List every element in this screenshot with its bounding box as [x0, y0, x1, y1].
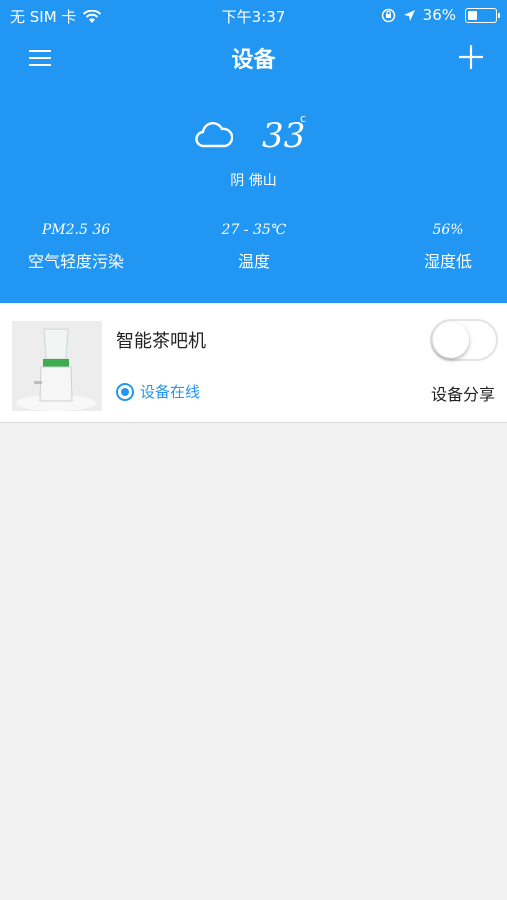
device-share-button[interactable]: 设备分享	[431, 381, 495, 405]
current-temperature: 33	[262, 116, 306, 156]
tea-machine-illustration	[12, 321, 102, 411]
status-bar: 无 SIM 卡 下午3:37 36%	[0, 0, 507, 30]
cloud-icon	[195, 122, 233, 148]
menu-button[interactable]	[22, 42, 58, 74]
battery-percent: 36%	[422, 6, 456, 24]
toggle-knob	[433, 322, 469, 358]
pm25-label: 空气轻度污染	[27, 252, 124, 271]
online-indicator-icon	[116, 382, 134, 401]
plus-icon	[459, 44, 483, 69]
orientation-lock-icon	[381, 8, 395, 22]
device-power-toggle[interactable]	[430, 319, 498, 361]
pm25-stat: PM2.5 36 空气轻度污染	[16, 222, 136, 272]
navigation-bar: 设备	[0, 36, 507, 80]
device-card[interactable]: 智能茶吧机 设备在线 设备分享	[0, 303, 507, 423]
status-bar-right: 36%	[381, 6, 500, 24]
device-online-text: 设备在线	[140, 383, 201, 401]
device-image	[12, 321, 102, 411]
environment-stats: PM2.5 36 空气轻度污染 27 - 35℃ 温度 56% 湿度低	[0, 222, 507, 282]
status-bar-left: 无 SIM 卡	[10, 6, 102, 27]
temperature-range-label: 温度	[237, 252, 270, 271]
battery-level	[468, 10, 478, 20]
humidity-stat: 56% 湿度低	[388, 222, 507, 272]
weather-summary: 33 c 阴 佛山	[0, 112, 507, 202]
header-panel: 无 SIM 卡 下午3:37 36% 设备 33 c 阴 佛山 PM2.5 36…	[0, 0, 507, 303]
temperature-range-stat: 27 - 35℃ 温度	[194, 222, 314, 272]
battery-icon	[465, 7, 500, 23]
device-status: 设备在线	[116, 381, 200, 402]
weather-location: 阴 佛山	[230, 173, 277, 189]
pm25-value: PM2.5 36	[41, 222, 111, 238]
device-name: 智能茶吧机	[116, 331, 206, 352]
location-arrow-icon	[403, 9, 415, 21]
wifi-icon	[83, 9, 102, 23]
page-title: 设备	[231, 48, 276, 73]
carrier-label: 无 SIM 卡	[10, 8, 77, 26]
humidity-label: 湿度低	[423, 252, 472, 271]
add-device-button[interactable]	[453, 40, 489, 76]
humidity-value: 56%	[432, 222, 464, 238]
temperature-unit: c	[300, 112, 307, 125]
temperature-range-value: 27 - 35℃	[221, 222, 287, 238]
